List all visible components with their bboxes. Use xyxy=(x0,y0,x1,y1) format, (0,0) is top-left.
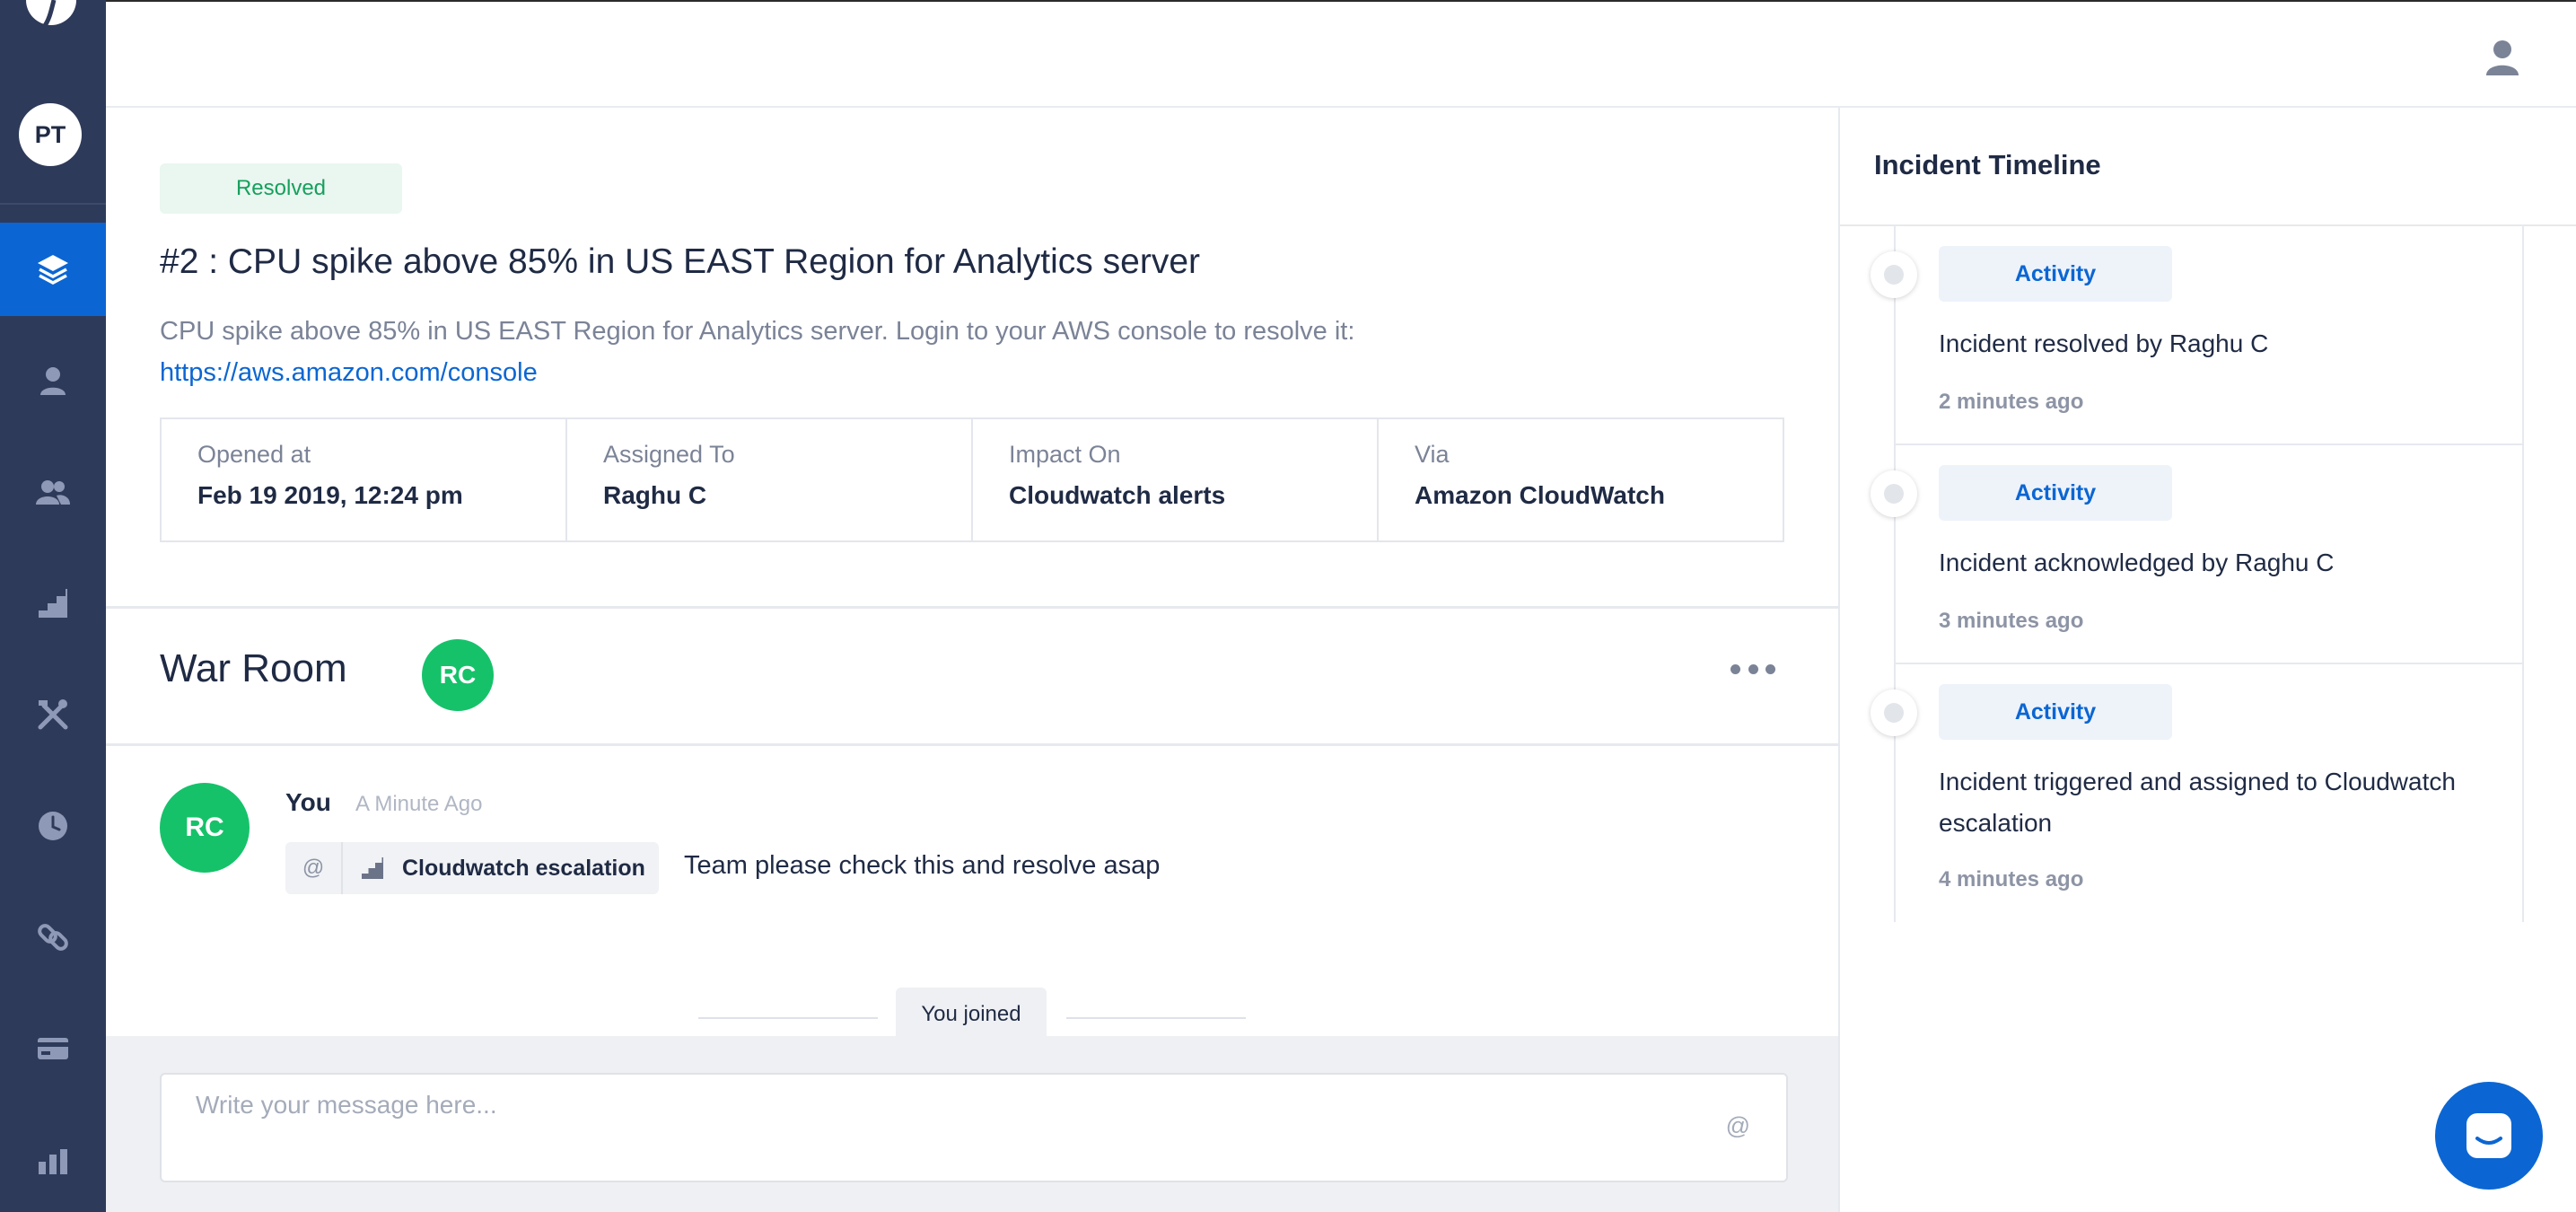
clock-icon xyxy=(39,812,67,840)
detail-label: Opened at xyxy=(197,441,311,468)
message-avatar: RC xyxy=(160,783,250,873)
detail-value: Cloudwatch alerts xyxy=(1009,481,1226,509)
message-composer[interactable]: @ xyxy=(160,1073,1788,1182)
sidebar-item-billing[interactable] xyxy=(0,1002,106,1095)
incident-details-table: Opened at Feb 19 2019, 12:24 pm Assigned… xyxy=(160,417,1784,542)
profile-icon[interactable] xyxy=(2483,38,2522,77)
link-icon xyxy=(38,924,68,951)
layers-icon xyxy=(38,255,68,285)
timeline-time: 3 minutes ago xyxy=(1939,609,2084,633)
section-divider xyxy=(106,743,1838,746)
chat-icon xyxy=(2466,1113,2511,1158)
timeline-item: Activity Incident resolved by Raghu C 2 … xyxy=(1871,226,2522,445)
war-room-title: War Room xyxy=(160,646,347,690)
detail-value: Feb 19 2019, 12:24 pm xyxy=(197,481,463,509)
bar-chart-icon xyxy=(39,1149,67,1174)
mention-at-symbol: @ xyxy=(285,842,343,894)
sidebar-item-schedules[interactable] xyxy=(0,779,106,873)
detail-label: Assigned To xyxy=(603,441,735,468)
activity-badge: Activity xyxy=(1939,246,2172,302)
sidebar-divider xyxy=(0,203,106,205)
sidebar-item-tools[interactable] xyxy=(0,668,106,761)
chat-launcher-button[interactable] xyxy=(2435,1082,2543,1190)
user-avatar[interactable]: PT xyxy=(19,103,82,166)
detail-via: Via Amazon CloudWatch xyxy=(1379,419,1783,540)
stairs-icon xyxy=(39,589,67,618)
timeline-dot-icon xyxy=(1871,251,1917,298)
timeline-item: Activity Incident triggered and assigned… xyxy=(1871,664,2522,891)
mention-label: Cloudwatch escalation xyxy=(402,855,645,881)
incident-description: CPU spike above 85% in US EAST Region fo… xyxy=(160,311,1354,393)
joined-notice: You joined xyxy=(896,988,1047,1041)
detail-value: Raghu C xyxy=(603,481,707,509)
divider-line xyxy=(698,1017,878,1019)
detail-opened-at: Opened at Feb 19 2019, 12:24 pm xyxy=(162,419,567,540)
dot-icon xyxy=(1730,663,1740,674)
message-timestamp: A Minute Ago xyxy=(355,792,483,816)
stairs-icon xyxy=(362,857,383,879)
detail-value: Amazon CloudWatch xyxy=(1415,481,1665,509)
timeline-border xyxy=(2522,226,2524,922)
timeline-title: Incident Timeline xyxy=(1874,149,2101,180)
timeline-text: Incident triggered and assigned to Cloud… xyxy=(1939,768,2456,837)
sidebar: PT xyxy=(0,0,106,1212)
divider-line xyxy=(1066,1017,1246,1019)
detail-label: Via xyxy=(1415,441,1450,468)
timeline-time: 2 minutes ago xyxy=(1939,390,2084,414)
timeline-dot-icon xyxy=(1871,470,1917,517)
timeline-dot-icon xyxy=(1871,689,1917,736)
message-input[interactable] xyxy=(196,1091,1677,1120)
message-text: Team please check this and resolve asap xyxy=(684,851,1161,880)
status-badge: Resolved xyxy=(160,163,402,214)
incident-description-text: CPU spike above 85% in US EAST Region fo… xyxy=(160,317,1355,346)
users-icon xyxy=(36,480,70,505)
credit-card-icon xyxy=(38,1038,68,1059)
composer-area: @ xyxy=(106,1036,1838,1212)
incident-timeline-panel: Incident Timeline Activity Incident reso… xyxy=(1840,108,2576,1212)
dot-icon xyxy=(1748,663,1758,674)
mention-chip[interactable]: @ Cloudwatch escalation xyxy=(285,842,659,894)
sidebar-item-integrations[interactable] xyxy=(0,891,106,984)
section-divider xyxy=(106,606,1838,609)
timeline-text: Incident resolved by Raghu C xyxy=(1939,329,2269,357)
incident-title: #2 : CPU spike above 85% in US EAST Regi… xyxy=(160,242,1200,281)
mention-button[interactable]: @ xyxy=(1726,1112,1750,1140)
brand-logo-icon[interactable] xyxy=(24,0,78,40)
timeline-text: Incident acknowledged by Raghu C xyxy=(1939,549,2335,576)
tools-icon xyxy=(38,699,68,730)
participant-avatar[interactable]: RC xyxy=(422,639,494,711)
timeline-time: 4 minutes ago xyxy=(1939,867,2084,891)
more-options-button[interactable] xyxy=(1730,655,1775,682)
detail-label: Impact On xyxy=(1009,441,1121,468)
incident-main-panel: Resolved #2 : CPU spike above 85% in US … xyxy=(106,108,1838,1212)
sidebar-item-incidents[interactable] xyxy=(0,223,106,316)
dot-icon xyxy=(1766,663,1775,674)
sidebar-item-user[interactable] xyxy=(0,334,106,427)
user-icon xyxy=(40,367,66,395)
top-header xyxy=(106,0,2576,108)
detail-impact-on: Impact On Cloudwatch alerts xyxy=(973,419,1379,540)
aws-console-link[interactable]: https://aws.amazon.com/console xyxy=(160,358,538,387)
activity-badge: Activity xyxy=(1939,465,2172,521)
activity-badge: Activity xyxy=(1939,684,2172,740)
detail-assigned-to: Assigned To Raghu C xyxy=(567,419,973,540)
sidebar-item-escalations[interactable] xyxy=(0,557,106,650)
sidebar-item-reports[interactable] xyxy=(0,1113,106,1207)
message-author: You xyxy=(285,788,331,816)
sidebar-item-teams[interactable] xyxy=(0,445,106,539)
timeline-item: Activity Incident acknowledged by Raghu … xyxy=(1871,445,2522,664)
